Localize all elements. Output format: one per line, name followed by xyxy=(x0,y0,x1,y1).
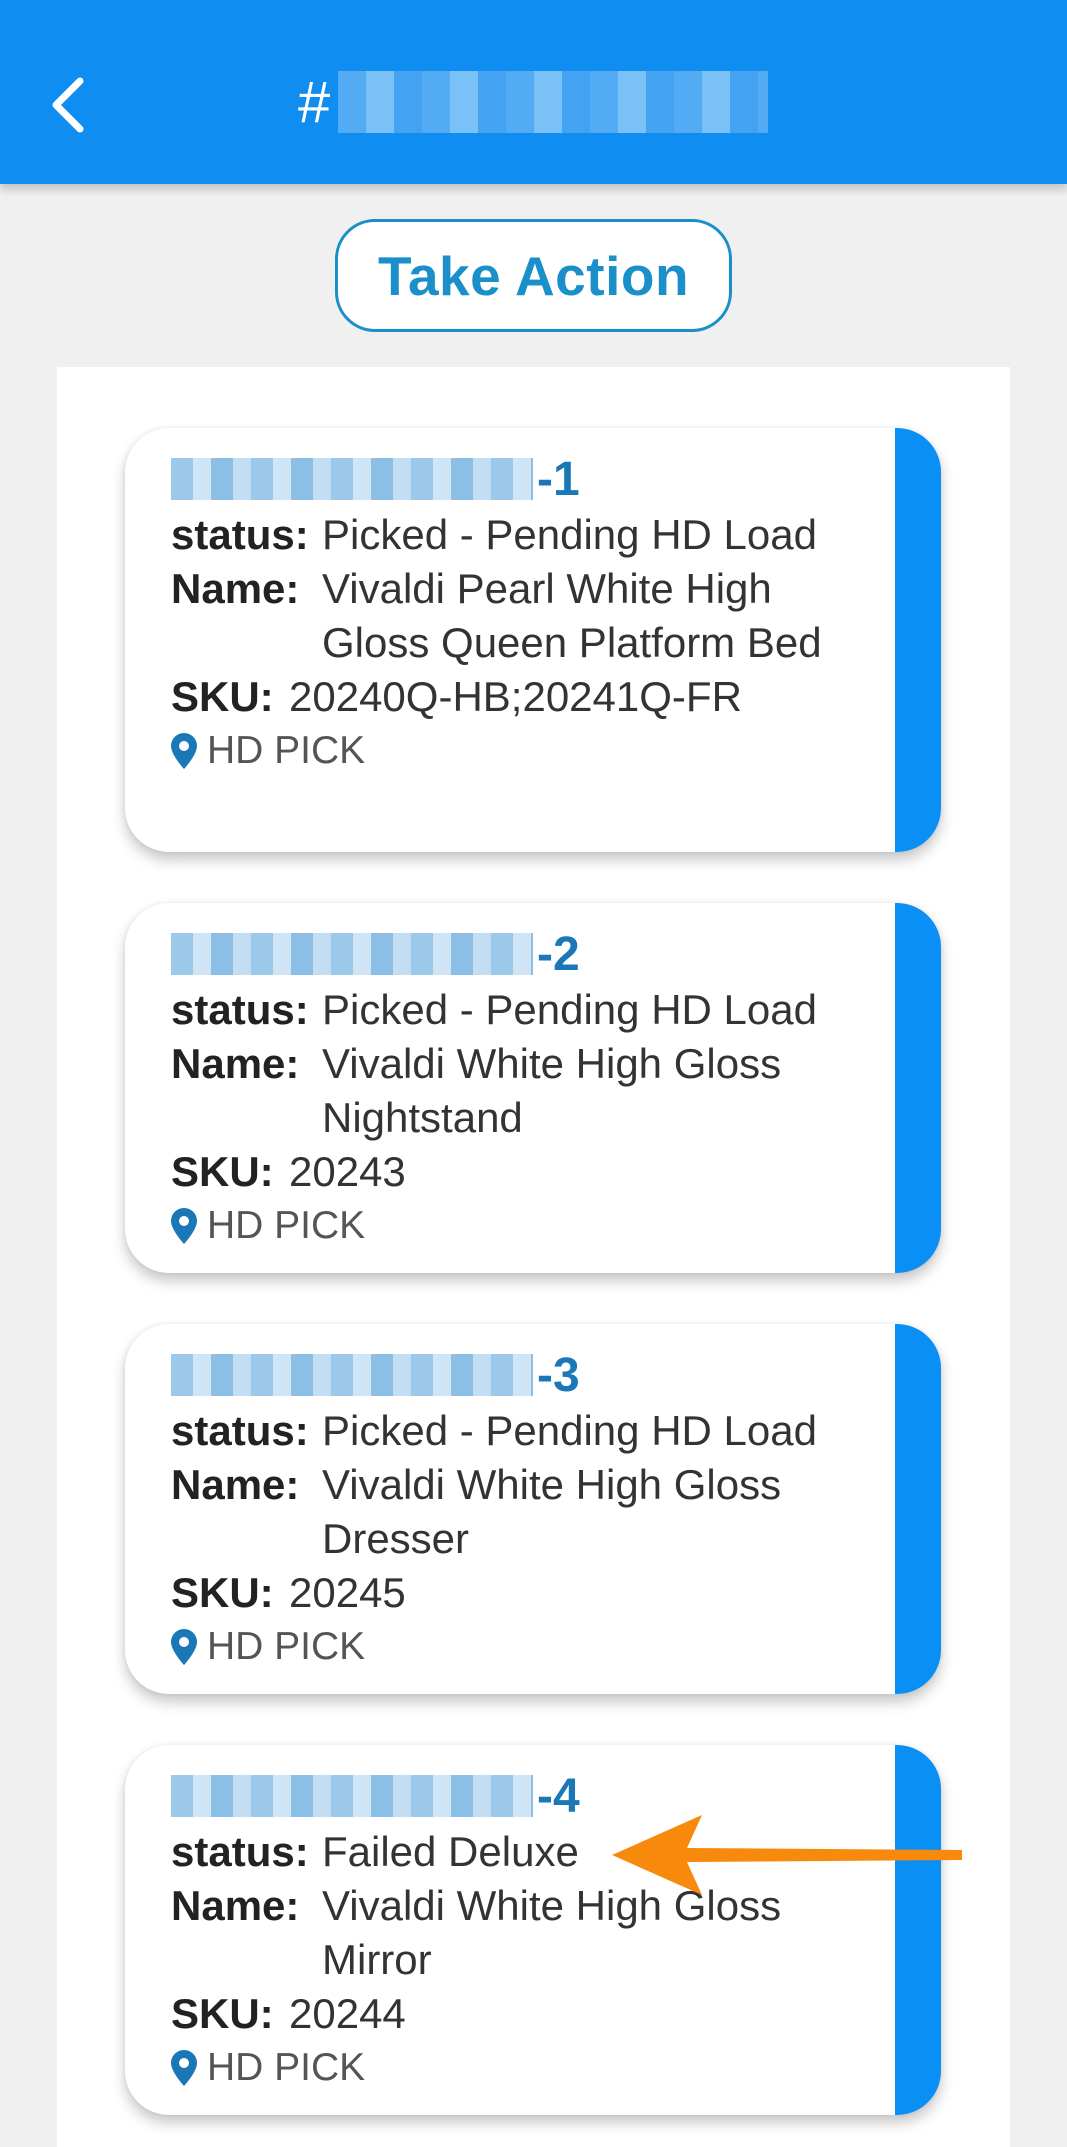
location-pin-icon xyxy=(171,733,197,769)
location-pin-icon xyxy=(171,2050,197,2086)
location-row: HD PICK xyxy=(171,1622,885,1672)
sku-label: SKU: xyxy=(171,1990,274,2037)
name-label: Name: xyxy=(171,1040,300,1087)
item-card-1[interactable]: -1 status: Picked - Pending HD Load Name:… xyxy=(125,428,941,852)
card-stripe xyxy=(895,428,941,852)
item-suffix: -3 xyxy=(537,1348,580,1402)
name-label: Name: xyxy=(171,1882,300,1929)
location-value: HD PICK xyxy=(207,2046,366,2089)
sku-value: 20240Q-HB;20241Q-FR xyxy=(289,673,742,720)
sku-value: 20245 xyxy=(289,1569,406,1616)
status-value: Failed Deluxe xyxy=(322,1828,579,1875)
sku-value: 20244 xyxy=(289,1990,406,2037)
redacted-item-id xyxy=(171,933,533,975)
redacted-item-id xyxy=(171,1775,533,1817)
location-row: HD PICK xyxy=(171,1201,885,1251)
card-title: -1 xyxy=(171,450,885,508)
item-card-2[interactable]: -2 status: Picked - Pending HD Load Name:… xyxy=(125,903,941,1273)
page-title: # xyxy=(298,62,769,142)
item-card-3[interactable]: -3 status: Picked - Pending HD Load Name:… xyxy=(125,1324,941,1694)
card-stripe xyxy=(895,903,941,1273)
status-label: status: xyxy=(171,986,309,1033)
title-hash: # xyxy=(298,69,331,135)
card-title: -3 xyxy=(171,1346,885,1404)
status-label: status: xyxy=(171,511,309,558)
redacted-item-id xyxy=(171,458,533,500)
take-action-button[interactable]: Take Action xyxy=(335,219,732,332)
location-row: HD PICK xyxy=(171,726,885,776)
sku-value: 20243 xyxy=(289,1148,406,1195)
card-stripe xyxy=(895,1745,941,2115)
name-label: Name: xyxy=(171,565,300,612)
name-value: Vivaldi White High Gloss Nightstand xyxy=(322,1040,782,1141)
chevron-left-icon xyxy=(52,77,84,133)
status-value: Picked - Pending HD Load xyxy=(322,1407,817,1454)
location-value: HD PICK xyxy=(207,1625,366,1668)
status-value: Picked - Pending HD Load xyxy=(322,511,817,558)
location-row: HD PICK xyxy=(171,2043,885,2093)
location-value: HD PICK xyxy=(207,729,366,772)
redacted-order-number xyxy=(338,71,769,133)
status-label: status: xyxy=(171,1407,309,1454)
name-value: Vivaldi Pearl White High Gloss Queen Pla… xyxy=(322,565,822,666)
status-value: Picked - Pending HD Load xyxy=(322,986,817,1033)
card-stripe xyxy=(895,1324,941,1694)
sku-label: SKU: xyxy=(171,673,274,720)
name-label: Name: xyxy=(171,1461,300,1508)
item-suffix: -2 xyxy=(537,927,580,981)
location-value: HD PICK xyxy=(207,1204,366,1247)
redacted-item-id xyxy=(171,1354,533,1396)
status-label: status: xyxy=(171,1828,309,1875)
back-button[interactable] xyxy=(38,70,98,140)
item-suffix: -1 xyxy=(537,452,580,506)
sku-label: SKU: xyxy=(171,1148,274,1195)
app-header: # xyxy=(0,0,1067,184)
sku-label: SKU: xyxy=(171,1569,274,1616)
location-pin-icon xyxy=(171,1629,197,1665)
annotation-arrow-icon xyxy=(612,1815,962,1895)
location-pin-icon xyxy=(171,1208,197,1244)
item-suffix: -4 xyxy=(537,1769,580,1823)
name-value: Vivaldi White High Gloss Dresser xyxy=(322,1461,782,1562)
item-card-4[interactable]: -4 status: Failed Deluxe Name: Vivaldi Whi… xyxy=(125,1745,941,2115)
card-title: -2 xyxy=(171,925,885,983)
